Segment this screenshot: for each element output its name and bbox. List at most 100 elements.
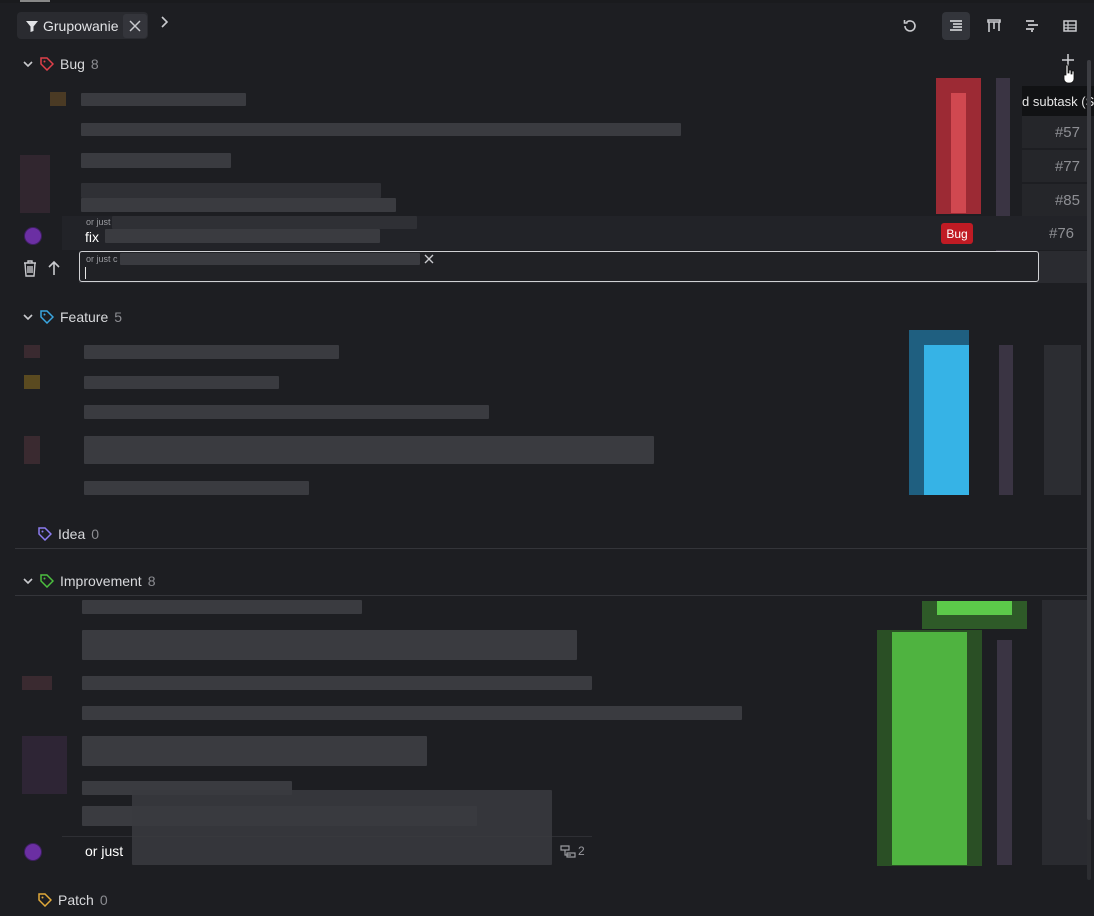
filter-icon <box>26 20 38 32</box>
scrollbar-thumb[interactable] <box>1087 60 1091 820</box>
assignee-redacted <box>24 375 40 389</box>
id-column-redacted <box>1044 345 1081 495</box>
gantt-view-button[interactable] <box>1018 12 1046 40</box>
assignee-redacted <box>24 345 40 358</box>
task-id: #85 <box>1054 192 1080 209</box>
tag-icon <box>38 527 52 541</box>
task-title-redacted <box>84 345 339 359</box>
group-count-feature: 5 <box>114 309 123 325</box>
chevron-down-icon <box>23 314 33 321</box>
group-name-patch: Patch <box>58 892 94 908</box>
active-tab-indicator <box>20 0 50 2</box>
trash-icon[interactable] <box>22 259 38 277</box>
improvement-tag-highlight <box>892 632 967 865</box>
task-row-77[interactable]: #77 <box>1022 150 1088 182</box>
task-title-redacted <box>82 706 742 720</box>
group-header-patch[interactable]: Patch 0 <box>38 888 108 912</box>
task-id: #77 <box>1054 158 1080 175</box>
group-separator <box>15 548 1087 549</box>
avatar <box>24 843 42 861</box>
subtask-icon <box>560 844 576 858</box>
tag-icon <box>38 893 52 907</box>
group-count-bug: 8 <box>90 56 99 72</box>
group-name-improvement: Improvement <box>60 573 142 589</box>
id-column-redacted <box>1042 600 1087 865</box>
tag-badge-bug: Bug <box>941 223 973 244</box>
text-cursor <box>85 267 86 279</box>
task-title-redacted <box>81 153 231 168</box>
assignee-redacted <box>24 436 40 464</box>
avatar <box>24 227 42 245</box>
task-title-redacted <box>84 405 489 419</box>
list-view-icon <box>950 20 962 31</box>
board-view-icon <box>987 19 1001 32</box>
task-id: #57 <box>1054 124 1080 141</box>
list-view-button[interactable] <box>942 12 970 40</box>
task-title-redacted <box>81 123 681 136</box>
assignee-avatars-redacted <box>20 155 50 213</box>
chevron-right-icon[interactable] <box>160 15 176 35</box>
task-row-57[interactable]: #57 <box>1022 116 1088 148</box>
task-title-redacted <box>82 676 592 690</box>
task-title-redacted <box>82 630 577 660</box>
group-count-idea: 0 <box>91 526 100 542</box>
tooltip-text: d subtask (Sh <box>1022 93 1094 109</box>
subtask-count: 2 <box>560 844 585 858</box>
grouping-filter-button[interactable]: Grupowanie <box>17 18 119 34</box>
parent-title-redacted <box>120 253 420 265</box>
task-title-redacted <box>84 436 654 464</box>
refresh-icon <box>903 20 916 32</box>
group-count-patch: 0 <box>99 892 108 908</box>
task-id: #76 <box>1049 225 1075 242</box>
task-title-redacted <box>84 376 279 389</box>
group-name-feature: Feature <box>60 309 109 325</box>
task-title-redacted <box>81 93 246 106</box>
chevron-down-icon <box>23 578 33 585</box>
close-icon <box>129 19 141 32</box>
table-view-icon <box>1063 20 1077 32</box>
task-title-prefix: fix <box>85 229 99 245</box>
close-icon[interactable] <box>424 254 434 264</box>
tag-icon <box>40 574 54 588</box>
gantt-view-icon <box>1026 20 1038 32</box>
status-column-redacted <box>999 345 1013 495</box>
subtask-count-value: 2 <box>578 844 585 858</box>
group-header-bug[interactable]: Bug 8 <box>22 52 99 76</box>
task-title-redacted <box>81 198 396 212</box>
group-header-improvement[interactable]: Improvement 8 <box>22 569 156 593</box>
group-header-feature[interactable]: Feature 5 <box>22 305 122 329</box>
status-column-redacted <box>997 640 1012 865</box>
clear-grouping-button[interactable] <box>123 13 147 38</box>
grouping-filter-label: Grupowanie <box>43 17 119 34</box>
hand-cursor-icon <box>1062 64 1076 84</box>
task-title-redacted <box>132 790 552 865</box>
parent-label: or just c <box>86 254 118 264</box>
board-view-button[interactable] <box>980 12 1008 40</box>
task-title-redacted <box>81 183 381 198</box>
bug-tag-highlight <box>951 93 966 213</box>
new-task-input[interactable]: or just c <box>79 251 1039 282</box>
chevron-down-icon <box>23 61 33 68</box>
task-title-prefix: or just <box>85 843 124 859</box>
table-view-button[interactable] <box>1056 12 1084 40</box>
grouping-filter-chip[interactable]: Grupowanie <box>17 12 148 39</box>
parent-title-redacted <box>112 216 417 229</box>
improvement-tag-highlight <box>937 601 1012 615</box>
group-separator <box>15 595 1087 596</box>
group-name-idea: Idea <box>58 526 86 542</box>
toolbar-top-border <box>0 0 1094 3</box>
task-title-redacted <box>82 600 362 614</box>
arrow-up-icon[interactable] <box>47 259 61 277</box>
tag-icon <box>40 57 54 71</box>
task-row-85[interactable]: #85 <box>1022 184 1088 216</box>
tag-icon <box>40 310 54 324</box>
task-title-redacted <box>84 481 309 495</box>
group-count-improvement: 8 <box>147 573 156 589</box>
group-name-bug: Bug <box>60 56 85 72</box>
task-title-redacted <box>82 736 427 766</box>
row-icon <box>50 92 66 106</box>
group-header-idea[interactable]: Idea 0 <box>38 522 99 546</box>
assignee-redacted <box>22 676 52 690</box>
add-subtask-tooltip: d subtask (Sh <box>1022 86 1094 116</box>
refresh-button[interactable] <box>896 12 924 40</box>
